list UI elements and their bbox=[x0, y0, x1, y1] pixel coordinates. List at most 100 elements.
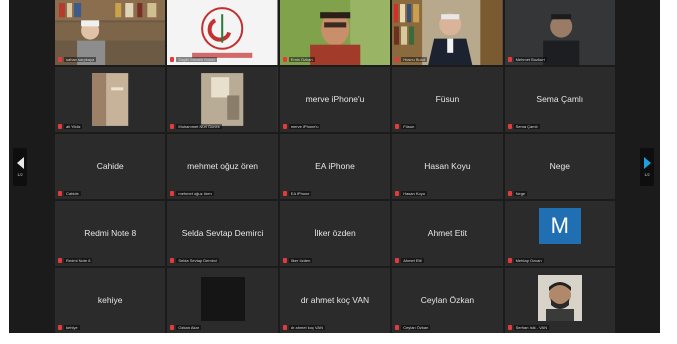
participant-name: Füsun bbox=[401, 124, 417, 129]
participant-tile[interactable]: Redmi Note 8 Redmi Note 8 bbox=[55, 201, 166, 266]
mic-muted-icon bbox=[395, 57, 400, 62]
participant-name: mehmet oğuz ören bbox=[176, 191, 214, 196]
participant-name-label: Hasan Koyu bbox=[395, 191, 427, 196]
mic-muted-icon bbox=[58, 191, 62, 196]
participant-tile[interactable]: Ceylan Özkan Ceylan Özkan bbox=[392, 268, 503, 333]
participant-name-label: merve iPhone'u bbox=[282, 124, 321, 129]
mic-muted-icon bbox=[58, 258, 62, 263]
video-feed-bookshelf-man bbox=[55, 0, 166, 65]
participant-name-label: Nege bbox=[507, 191, 528, 196]
participant-tile[interactable]: kehiye kehiye bbox=[55, 268, 166, 333]
video-feed-man-suit bbox=[392, 0, 503, 65]
participant-display-name: Sema Çamlı bbox=[536, 93, 584, 104]
mic-muted-icon bbox=[395, 258, 400, 263]
participant-name-label: Serhan Isik - VAN bbox=[507, 325, 550, 330]
mic-muted-icon bbox=[395, 325, 400, 330]
avatar: M bbox=[538, 208, 581, 244]
participant-grid: sahan sarpkaya Saglik Meslek Odasi Emin Oz… bbox=[55, 0, 615, 333]
participant-name-label: Redmi Note 8 bbox=[58, 258, 93, 263]
participant-name-label: dr ahmet koç VAN bbox=[282, 325, 325, 330]
participant-name: dr ahmet koç VAN bbox=[288, 325, 325, 330]
chevron-right-icon bbox=[643, 157, 651, 169]
participant-tile[interactable]: Ahmet Etit Ahmet Etit bbox=[392, 201, 503, 266]
mic-muted-icon bbox=[507, 191, 512, 196]
participant-display-name: Nege bbox=[549, 160, 570, 171]
participant-name: Mehmet Bozkurt bbox=[513, 57, 547, 62]
participant-display-name: Ahmet Etit bbox=[427, 227, 467, 238]
participant-name-label: İlker özden bbox=[282, 258, 313, 263]
mic-muted-icon bbox=[395, 124, 400, 129]
participant-tile[interactable]: merve iPhone'u merve iPhone'u bbox=[279, 67, 391, 132]
participant-name-label: Ahmet Etit bbox=[395, 258, 424, 263]
mic-muted-icon bbox=[395, 191, 400, 196]
participant-tile[interactable]: sahan sarpkaya bbox=[55, 0, 166, 65]
participant-tile[interactable]: Muhammet Nuri Gunes bbox=[167, 67, 278, 132]
profile-picture bbox=[200, 277, 245, 321]
participant-tile[interactable]: Sema Çamlı Sema Çamlı bbox=[504, 67, 615, 132]
participant-tile[interactable]: Hasan Koyu Hasan Koyu bbox=[392, 134, 503, 199]
participant-tile[interactable]: İlker özden İlker özden bbox=[279, 201, 391, 266]
mic-muted-icon bbox=[507, 124, 512, 129]
participant-name: Selda Sevtap Demirci bbox=[176, 258, 219, 263]
participant-display-name: Füsun bbox=[435, 93, 460, 104]
participant-tile[interactable]: Husnu Bulut bbox=[392, 0, 503, 65]
participant-name-label: Husnu Bulut bbox=[395, 57, 427, 62]
participant-tile[interactable]: Saglik Meslek Odasi bbox=[167, 0, 278, 65]
mic-muted-icon bbox=[58, 124, 62, 129]
participant-tile[interactable]: dr ahmet koç VAN dr ahmet koç VAN bbox=[279, 268, 391, 333]
meeting-gallery: 1/2 sahan sarpkaya Saglik Meslek Odasi Emi… bbox=[9, 0, 660, 333]
person-photo bbox=[537, 275, 582, 321]
participant-name: Mehtap Ozcan bbox=[513, 258, 544, 263]
participant-name: Emin Ozkan bbox=[288, 57, 315, 62]
participant-name: Redmi Note 8 bbox=[64, 258, 93, 263]
participant-display-name: mehmet oğuz ören bbox=[187, 160, 259, 171]
participant-name-label: sahan sarpkaya bbox=[58, 57, 97, 62]
participant-name: Husnu Bulut bbox=[401, 57, 427, 62]
participant-tile[interactable]: Mehmet Bozkurt bbox=[504, 0, 615, 65]
mic-muted-icon bbox=[507, 57, 512, 62]
video-feed-logo bbox=[167, 0, 278, 65]
participant-name-label: Ozkan Akar bbox=[170, 325, 202, 330]
participant-tile[interactable]: M Mehtap Ozcan bbox=[504, 201, 615, 266]
participant-tile[interactable]: Emin Ozkan bbox=[279, 0, 391, 65]
participant-name-label: ali Yildiz bbox=[58, 124, 83, 129]
participant-name-label: EA iPhone bbox=[282, 191, 312, 196]
mic-muted-icon bbox=[58, 325, 62, 330]
participant-name: sahan sarpkaya bbox=[64, 57, 97, 62]
participant-name-label: Cahide bbox=[58, 191, 81, 196]
participant-tile[interactable]: mehmet oğuz ören mehmet oğuz ören bbox=[167, 134, 278, 199]
participant-name: Ceylan Özkan bbox=[401, 325, 431, 330]
participant-name-label: Mehtap Ozcan bbox=[507, 258, 544, 263]
participant-name: Saglik Meslek Odasi bbox=[176, 57, 217, 62]
mic-muted-icon bbox=[282, 57, 287, 62]
participant-display-name: Ceylan Özkan bbox=[420, 294, 475, 305]
next-page-button[interactable]: 1/2 bbox=[640, 148, 654, 186]
participant-name: Hasan Koyu bbox=[401, 191, 427, 196]
mic-muted-icon bbox=[282, 124, 287, 129]
video-feed-dark-man bbox=[504, 0, 615, 65]
prev-page-button[interactable]: 1/2 bbox=[13, 148, 27, 186]
participant-display-name: dr ahmet koç VAN bbox=[300, 294, 370, 305]
participant-display-name: Hasan Koyu bbox=[424, 160, 471, 171]
mic-muted-icon bbox=[507, 258, 512, 263]
participant-tile[interactable]: Füsun Füsun bbox=[392, 67, 503, 132]
participant-tile[interactable]: Nege Nege bbox=[504, 134, 615, 199]
participant-tile[interactable]: ali Yildiz bbox=[55, 67, 166, 132]
participant-name: ali Yildiz bbox=[64, 124, 83, 129]
participant-display-name: Selda Sevtap Demirci bbox=[181, 227, 264, 238]
participant-display-name: kehiye bbox=[97, 294, 123, 305]
participant-name-label: Sema Çamlı bbox=[507, 124, 540, 129]
participant-tile[interactable]: Cahide Cahide bbox=[55, 134, 166, 199]
participant-tile[interactable]: Serhan Isik - VAN bbox=[504, 268, 615, 333]
participant-name-label: Saglik Meslek Odasi bbox=[170, 57, 217, 62]
participant-tile[interactable]: Selda Sevtap Demirci Selda Sevtap Demirci bbox=[167, 201, 278, 266]
participant-tile[interactable]: EA iPhone EA iPhone bbox=[279, 134, 391, 199]
participant-name: Ozkan Akar bbox=[176, 325, 202, 330]
participant-tile[interactable]: Ozkan Akar bbox=[167, 268, 278, 333]
participant-name-label: Ceylan Özkan bbox=[395, 325, 431, 330]
mic-muted-icon bbox=[170, 124, 175, 129]
mic-muted-icon bbox=[282, 325, 287, 330]
participant-display-name: EA iPhone bbox=[315, 160, 355, 171]
participant-name-label: Füsun bbox=[395, 124, 417, 129]
profile-picture bbox=[537, 275, 582, 321]
